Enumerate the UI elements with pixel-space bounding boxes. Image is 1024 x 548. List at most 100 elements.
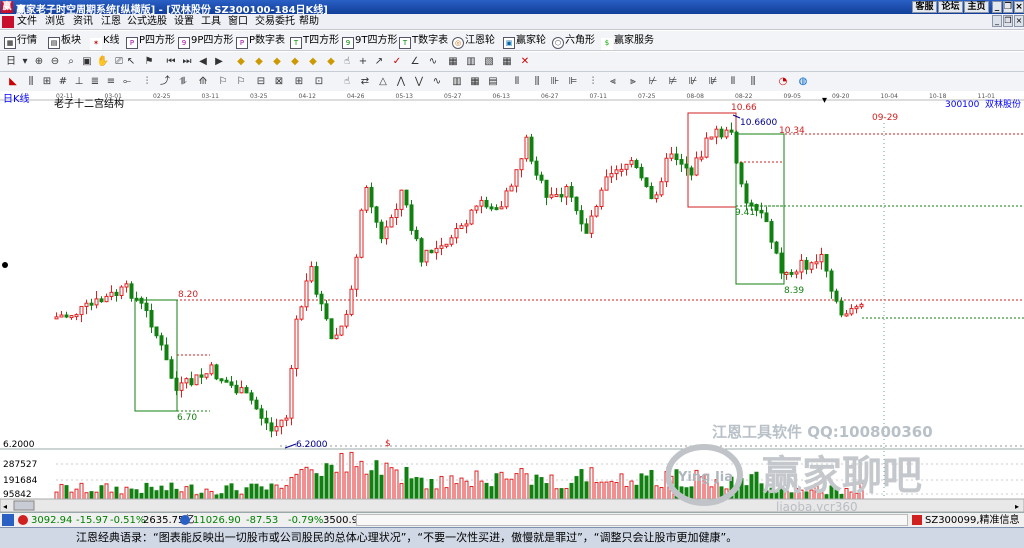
- scroll-left-icon[interactable]: ◂: [3, 502, 7, 511]
- levels-icon[interactable]: ≣: [88, 75, 102, 89]
- trend-icon[interactable]: ⤴: [158, 75, 172, 89]
- box3-icon[interactable]: ⊞: [292, 75, 306, 89]
- hash-icon[interactable]: #: [56, 75, 70, 89]
- zigzag2-icon[interactable]: ⋁: [412, 75, 426, 89]
- menu-window[interactable]: 窗口: [228, 15, 248, 29]
- diamond3-icon[interactable]: ◆: [270, 55, 284, 69]
- table-icon[interactable]: ▦: [446, 55, 460, 69]
- col3-icon[interactable]: ⊪: [548, 75, 562, 89]
- menu-formula[interactable]: 公式选股: [127, 15, 167, 29]
- dropdown-icon[interactable]: ▾: [18, 55, 32, 69]
- pie-icon[interactable]: ◔: [776, 75, 790, 89]
- diamond5-icon[interactable]: ◆: [306, 55, 320, 69]
- toolbar-t-table[interactable]: T T数字表: [399, 34, 448, 49]
- wave2-icon[interactable]: ∿: [430, 75, 444, 89]
- col12-icon[interactable]: ⫴: [726, 75, 740, 89]
- toolbar-quotes[interactable]: ▦ 行情: [4, 34, 37, 49]
- homepage-button[interactable]: 主页: [964, 1, 989, 13]
- diamond-icon[interactable]: ◆: [234, 55, 248, 69]
- restore-icon[interactable]: ❐: [1003, 1, 1013, 13]
- triangle-icon[interactable]: △: [376, 75, 390, 89]
- zigzag-icon[interactable]: ⋀: [394, 75, 408, 89]
- flag3-icon[interactable]: ⚐: [234, 75, 248, 89]
- toolbar-kline[interactable]: ✶ K线: [90, 34, 120, 50]
- diamond4-icon[interactable]: ◆: [288, 55, 302, 69]
- menu-tools[interactable]: 工具: [201, 15, 221, 29]
- cursor-icon[interactable]: ↖: [124, 55, 138, 69]
- col8-icon[interactable]: ⊬: [646, 75, 660, 89]
- col9-icon[interactable]: ⊭: [666, 75, 680, 89]
- box4-icon[interactable]: ⊡: [312, 75, 326, 89]
- bars-icon[interactable]: ▥: [464, 55, 478, 69]
- globe-icon[interactable]: ◍: [796, 75, 810, 89]
- pointer-icon[interactable]: ☝: [340, 55, 354, 69]
- mark-icon[interactable]: ✕: [518, 55, 532, 69]
- hand2-icon[interactable]: ☝: [340, 75, 354, 89]
- search-icon[interactable]: ⌕: [64, 55, 78, 69]
- col-icon[interactable]: ⫴: [510, 75, 524, 89]
- first-page-icon[interactable]: ⏮: [164, 55, 178, 69]
- last-page-icon[interactable]: ⏭: [180, 55, 194, 69]
- bars2-icon[interactable]: ⫼: [24, 75, 38, 89]
- stat2-icon[interactable]: ▦: [468, 75, 482, 89]
- status-ticker-scroll[interactable]: [356, 514, 908, 526]
- fib-icon[interactable]: ≡: [104, 75, 118, 89]
- square-dot-icon[interactable]: ▣: [80, 55, 94, 69]
- toolbar-hexagon[interactable]: ⬡ 六角形: [552, 34, 595, 49]
- prev-icon[interactable]: ◀: [196, 55, 210, 69]
- wave-icon[interactable]: ∿: [426, 55, 440, 69]
- toolbar-sectors[interactable]: ▤ 板块: [48, 34, 81, 49]
- angle-icon[interactable]: ∠: [408, 55, 422, 69]
- toolbar-p-table[interactable]: P P数字表: [236, 34, 285, 49]
- tick-icon[interactable]: ⊥: [72, 75, 86, 89]
- ruler-icon[interactable]: ⊞: [40, 75, 54, 89]
- cycle-icon[interactable]: ⟜: [120, 75, 134, 89]
- toolbar-9t-square[interactable]: 9 9T四方形: [342, 34, 397, 49]
- diamond6-icon[interactable]: ◆: [324, 55, 338, 69]
- forum-button[interactable]: 论坛: [938, 1, 963, 13]
- menu-browse[interactable]: 浏览: [45, 15, 65, 29]
- minimize-icon[interactable]: _: [992, 1, 1002, 13]
- scrollbar-thumb[interactable]: [13, 500, 35, 511]
- scroll-right-icon[interactable]: ▸: [1015, 502, 1019, 511]
- col5-icon[interactable]: ⫶: [586, 75, 600, 89]
- check-icon[interactable]: ✓: [390, 55, 404, 69]
- arrows-icon[interactable]: ⇄: [358, 75, 372, 89]
- zoom-in-icon[interactable]: ⊕: [32, 55, 46, 69]
- fan-icon[interactable]: ◣: [6, 75, 20, 89]
- toolbar-winner-wheel[interactable]: ▣ 赢家轮: [503, 34, 546, 49]
- chart-icon[interactable]: ▧: [482, 55, 496, 69]
- next-icon[interactable]: ▶: [212, 55, 226, 69]
- col13-icon[interactable]: ⫼: [746, 75, 760, 89]
- close-icon[interactable]: ×: [1014, 1, 1024, 13]
- stat-icon[interactable]: ▥: [450, 75, 464, 89]
- arrow-tool-icon[interactable]: ↗: [372, 55, 386, 69]
- col4-icon[interactable]: ⊫: [566, 75, 580, 89]
- flag-icon[interactable]: ⚑: [142, 55, 156, 69]
- hand-icon[interactable]: ✋: [96, 55, 110, 69]
- customer-service-button[interactable]: 客服: [912, 1, 937, 13]
- menu-settings[interactable]: 设置: [174, 15, 194, 29]
- col11-icon[interactable]: ⊯: [706, 75, 720, 89]
- child-restore-icon[interactable]: ❐: [1003, 15, 1013, 27]
- plus-icon[interactable]: +: [356, 55, 370, 69]
- col7-icon[interactable]: ⫸: [626, 75, 640, 89]
- child-close-icon[interactable]: ×: [1014, 15, 1024, 27]
- zoom-out-icon[interactable]: ⊖: [48, 55, 62, 69]
- toolbar-service[interactable]: $ 赢家服务: [601, 34, 654, 50]
- child-minimize-icon[interactable]: _: [992, 15, 1002, 27]
- menu-info[interactable]: 资讯: [73, 15, 93, 29]
- split-icon[interactable]: ⫶: [140, 75, 154, 89]
- day-view-icon[interactable]: 日: [4, 55, 18, 69]
- channel-icon[interactable]: ⥮: [176, 75, 190, 89]
- box2-icon[interactable]: ⊠: [272, 75, 286, 89]
- col2-icon[interactable]: ⫼: [530, 75, 544, 89]
- grid2-icon[interactable]: ▦: [500, 55, 514, 69]
- diamond2-icon[interactable]: ◆: [252, 55, 266, 69]
- flag2-icon[interactable]: ⚐: [216, 75, 230, 89]
- col6-icon[interactable]: ⫷: [606, 75, 620, 89]
- menu-trade[interactable]: 交易委托: [255, 15, 295, 29]
- box-icon[interactable]: ⊟: [254, 75, 268, 89]
- toolbar-gann-wheel[interactable]: ◎ 江恩轮: [452, 34, 495, 49]
- col10-icon[interactable]: ⊮: [686, 75, 700, 89]
